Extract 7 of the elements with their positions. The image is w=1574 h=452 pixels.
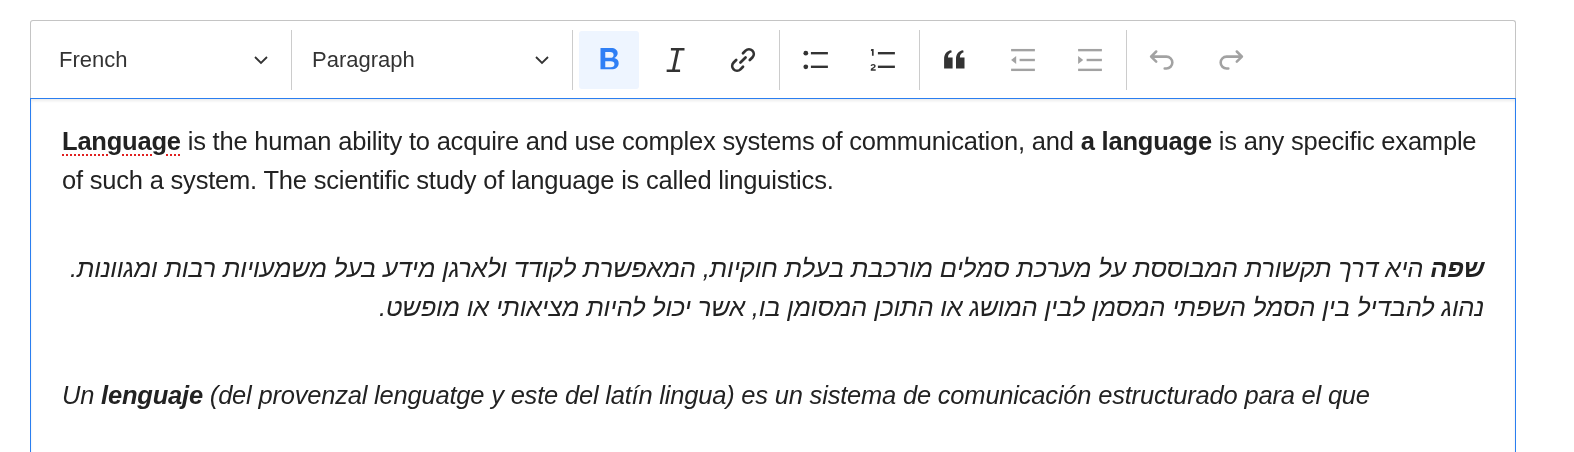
editor-content[interactable]	[30, 98, 1516, 452]
language-dropdown[interactable]: French	[45, 30, 285, 89]
paragraph: שפה היא דרך תקשורת המבוססת על מערכת סמלים מורכבת בעלת חוקיות, המאפשרת לקודד ולארגן מידע בעל משמעויות רבות ומגוונות. נהוג להבדיל בין הסמל השפתי המסמן לבין המושג או התוכן המסומן בו, אשר יכול להיות מציאותי או מופשט.	[68, 253, 1484, 323]
heading-dropdown[interactable]: Paragraph	[298, 30, 566, 89]
paragraph: Un lenguaje (del provenzal lenguatge y este del latín lingua) es un sistema de comunicación estructurado para el que	[62, 380, 1371, 411]
bold-button[interactable]	[579, 30, 639, 89]
paragraph: Language is the human ability to acquire and use complex systems of communication, and a language is any specific example of such a system. The scientific study of language is called linguistics.	[62, 126, 1478, 196]
